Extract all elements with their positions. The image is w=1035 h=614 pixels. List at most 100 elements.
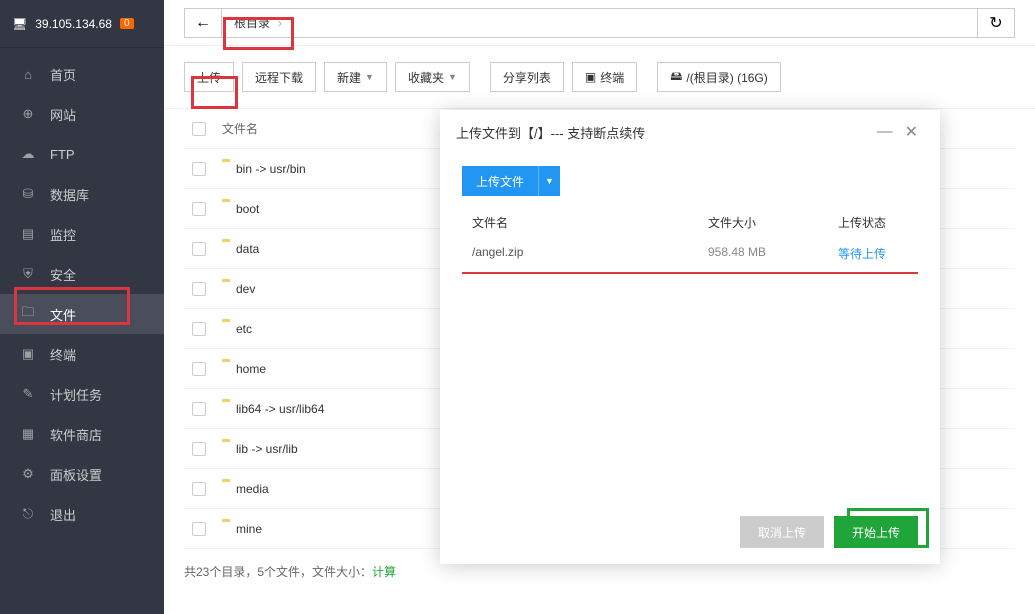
gear-icon: ⚙ bbox=[20, 466, 36, 482]
server-ip: 39.105.134.68 bbox=[35, 17, 112, 31]
upload-col-status: 上传状态 bbox=[838, 214, 918, 231]
nav-label-safe: 安全 bbox=[50, 265, 76, 284]
upload-dialog: 上传文件到【/】--- 支持断点续传 — ✕ 上传文件 ▼ 文件名 文件大小 上… bbox=[440, 110, 940, 564]
toolbar: 上传 远程下载 新建 ▼ 收藏夹 ▼ 分享列表 ▣终端 🖴/(根目录) (16G) bbox=[164, 46, 1035, 109]
fav-label: 收藏夹 bbox=[408, 69, 444, 86]
upload-col-name: 文件名 bbox=[462, 214, 708, 231]
dialog-body: 上传文件 ▼ 文件名 文件大小 上传状态 /angel.zip 958.48 M… bbox=[440, 154, 940, 504]
chart-icon: ▤ bbox=[20, 226, 36, 242]
chevron-down-icon: ▼ bbox=[448, 72, 457, 82]
row-checkbox[interactable] bbox=[184, 322, 214, 336]
nav-safe[interactable]: ⛨ 安全 bbox=[0, 254, 164, 294]
nav-label-monitor: 监控 bbox=[50, 225, 76, 244]
notification-badge[interactable]: 0 bbox=[120, 18, 134, 29]
nav-panel[interactable]: ⚙ 面板设置 bbox=[0, 454, 164, 494]
home-icon: ⌂ bbox=[20, 67, 36, 82]
footer-text: 共23个目录，5个文件，文件大小： bbox=[184, 565, 372, 579]
favorite-button[interactable]: 收藏夹 ▼ bbox=[395, 62, 470, 92]
dialog-footer: 取消上传 开始上传 bbox=[440, 504, 940, 564]
nav-label-site: 网站 bbox=[50, 105, 76, 124]
row-checkbox[interactable] bbox=[184, 482, 214, 496]
store-icon: ▦ bbox=[20, 426, 36, 442]
share-label: 分享列表 bbox=[503, 69, 551, 86]
nav-site[interactable]: ⊕ 网站 bbox=[0, 94, 164, 134]
sidebar: 🖥 39.105.134.68 0 ⌂首页 ⊕网站 ☁FTP ⛁数据库 ▤监控 … bbox=[0, 0, 164, 614]
terminal-button[interactable]: ▣终端 bbox=[572, 62, 637, 92]
nav-monitor[interactable]: ▤ 监控 bbox=[0, 214, 164, 254]
nav-db[interactable]: ⛁数据库 bbox=[0, 174, 164, 214]
cancel-upload-button[interactable]: 取消上传 bbox=[740, 516, 824, 548]
disk-label: /(根目录) (16G) bbox=[686, 69, 767, 86]
nav-store[interactable]: ▦ 软件商店 bbox=[0, 414, 164, 454]
path-current[interactable]: 根目录 › bbox=[221, 8, 978, 38]
nav-cron[interactable]: ✎计划任务 bbox=[0, 374, 164, 414]
row-checkbox[interactable] bbox=[184, 282, 214, 296]
monitor-icon: 🖥 bbox=[12, 17, 27, 31]
nav-label-panel: 面板设置 bbox=[50, 465, 102, 484]
path-bar: ← 根目录 › ↻ bbox=[164, 0, 1035, 46]
row-checkbox[interactable] bbox=[184, 162, 214, 176]
nav-exit[interactable]: ⎋ 退出 bbox=[0, 494, 164, 534]
terminal-icon: ▣ bbox=[585, 70, 596, 84]
ftp-icon: ☁ bbox=[20, 146, 36, 162]
cancel-label: 取消上传 bbox=[758, 524, 806, 541]
row-checkbox[interactable] bbox=[184, 442, 214, 456]
upload-file-button-group: 上传文件 ▼ bbox=[462, 166, 918, 196]
nav-label-home: 首页 bbox=[50, 65, 76, 84]
sidebar-header: 🖥 39.105.134.68 0 bbox=[0, 0, 164, 48]
upload-file-status: 等待上传 bbox=[838, 245, 918, 262]
nav-label-ftp: FTP bbox=[50, 147, 75, 162]
new-button[interactable]: 新建 ▼ bbox=[324, 62, 387, 92]
row-checkbox[interactable] bbox=[184, 362, 214, 376]
close-icon[interactable]: ✕ bbox=[899, 122, 924, 142]
chevron-down-icon: ▼ bbox=[365, 72, 374, 82]
upload-progress-bar bbox=[462, 272, 918, 274]
upload-file-name: /angel.zip bbox=[462, 245, 708, 262]
nav-label-db: 数据库 bbox=[50, 185, 89, 204]
select-file-label: 上传文件 bbox=[476, 173, 524, 190]
upload-row: /angel.zip 958.48 MB 等待上传 bbox=[462, 245, 918, 272]
path-refresh-button[interactable]: ↻ bbox=[977, 8, 1015, 38]
clock-icon: ✎ bbox=[20, 386, 36, 402]
remote-label: 远程下载 bbox=[255, 69, 303, 86]
nav-home[interactable]: ⌂ 首页 bbox=[0, 54, 164, 94]
new-label: 新建 bbox=[337, 69, 361, 86]
dialog-header[interactable]: 上传文件到【/】--- 支持断点续传 — ✕ bbox=[440, 110, 940, 154]
row-checkbox[interactable] bbox=[184, 242, 214, 256]
start-upload-button[interactable]: 开始上传 bbox=[834, 516, 918, 548]
nav-label-terminal: 终端 bbox=[50, 345, 76, 364]
upload-button[interactable]: 上传 bbox=[184, 62, 234, 92]
select-file-button[interactable]: 上传文件 bbox=[462, 166, 538, 196]
start-label: 开始上传 bbox=[852, 524, 900, 541]
share-list-button[interactable]: 分享列表 bbox=[490, 62, 564, 92]
row-checkbox[interactable] bbox=[184, 202, 214, 216]
nav-file[interactable]: 🗀文件 bbox=[0, 294, 164, 334]
path-back-button[interactable]: ← bbox=[184, 8, 222, 38]
upload-list-header: 文件名 文件大小 上传状态 bbox=[462, 214, 918, 231]
globe-icon: ⊕ bbox=[20, 106, 36, 122]
chevron-right-icon: › bbox=[278, 16, 282, 30]
disk-icon: 🖴 bbox=[670, 67, 682, 88]
terminal-icon: ▣ bbox=[20, 346, 36, 362]
nav-ftp[interactable]: ☁ FTP bbox=[0, 134, 164, 174]
row-checkbox[interactable] bbox=[184, 402, 214, 416]
dialog-title: 上传文件到【/】--- 支持断点续传 bbox=[456, 123, 645, 142]
row-checkbox[interactable] bbox=[184, 522, 214, 536]
upload-col-size: 文件大小 bbox=[708, 214, 838, 231]
remote-download-button[interactable]: 远程下载 bbox=[242, 62, 316, 92]
exit-icon: ⎋ bbox=[20, 506, 36, 522]
nav-terminal[interactable]: ▣ 终端 bbox=[0, 334, 164, 374]
calc-size-link[interactable]: 计算 bbox=[372, 565, 396, 579]
root-disk-button[interactable]: 🖴/(根目录) (16G) bbox=[657, 62, 780, 92]
path-current-text: 根目录 bbox=[234, 14, 270, 31]
select-file-more-button[interactable]: ▼ bbox=[538, 166, 560, 196]
shield-icon: ⛨ bbox=[20, 266, 36, 282]
select-all-checkbox[interactable] bbox=[184, 122, 214, 136]
minimize-icon[interactable]: — bbox=[871, 123, 899, 141]
nav-label-exit: 退出 bbox=[50, 505, 76, 524]
nav-label-store: 软件商店 bbox=[50, 425, 102, 444]
nav-list: ⌂首页 ⊕网站 ☁FTP ⛁数据库 ▤监控 ⛨安全 🗀文件 ▣终端 ✎计划任务 … bbox=[0, 48, 164, 534]
nav-label-file: 文件 bbox=[50, 305, 76, 324]
upload-label: 上传 bbox=[197, 69, 221, 86]
upload-file-size: 958.48 MB bbox=[708, 245, 838, 262]
